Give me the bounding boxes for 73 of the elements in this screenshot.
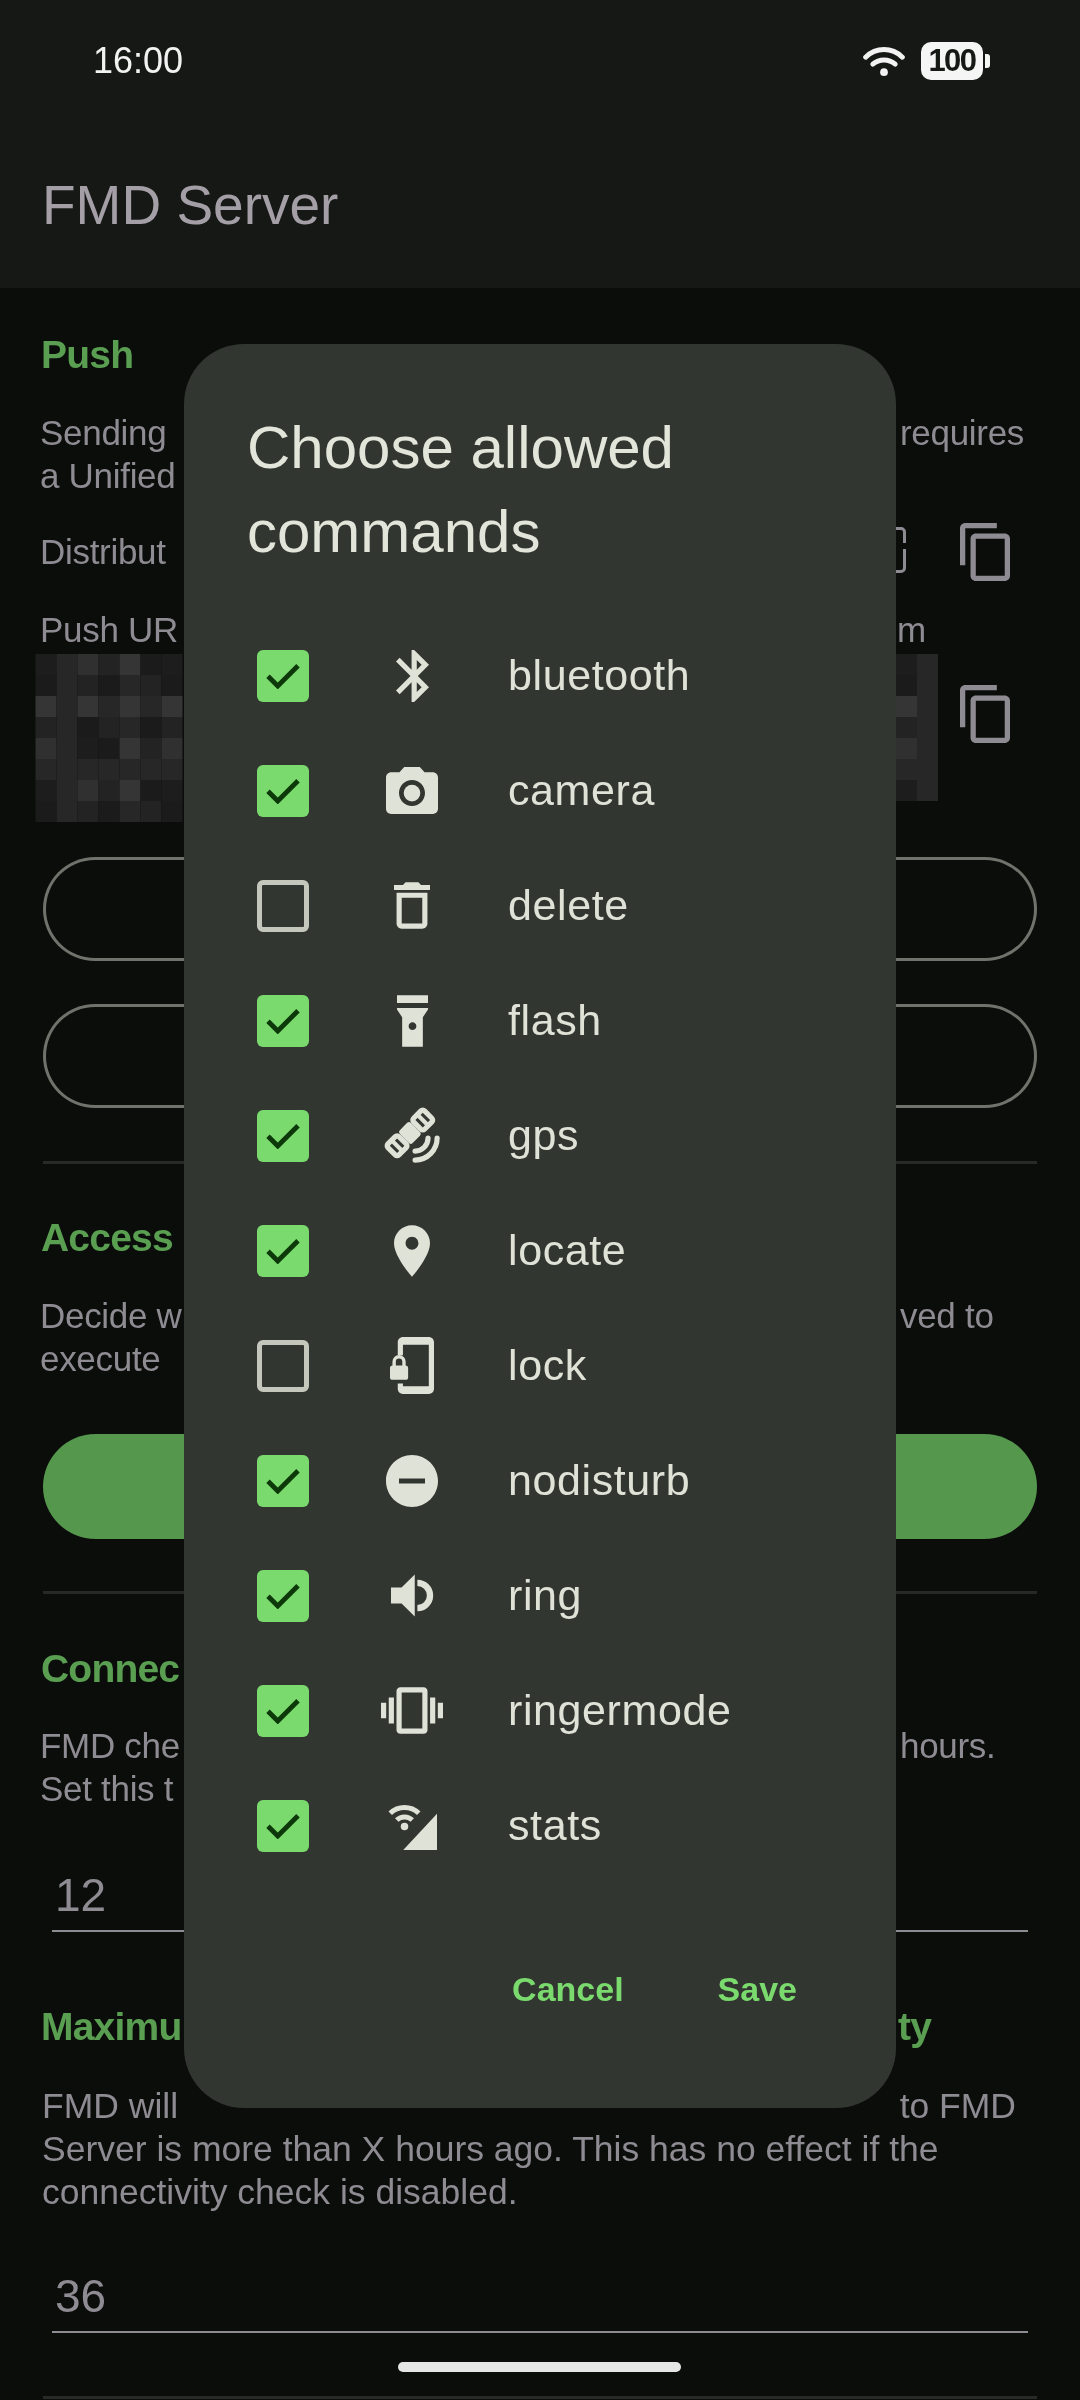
checkbox[interactable]: [257, 649, 309, 702]
check-icon: [265, 1697, 301, 1724]
url-text: m: [897, 610, 926, 649]
dialog-title: Choose allowed commands: [247, 413, 675, 567]
command-label: delete: [508, 880, 629, 932]
speaker-icon: [390, 1573, 434, 1618]
checkbox[interactable]: [257, 994, 309, 1047]
command-label: camera: [508, 765, 655, 817]
description-text: a Unified: [40, 456, 176, 495]
check-icon: [265, 1812, 301, 1839]
filled-button[interactable]: [896, 1434, 1037, 1539]
check-icon: [265, 1122, 301, 1149]
section-heading: Access: [41, 1216, 173, 1259]
description-text: requires: [900, 413, 1025, 452]
command-label: gps: [508, 1110, 580, 1162]
description-text: Sending: [40, 413, 167, 452]
camera-icon: [386, 767, 438, 814]
command-label: ringermode: [508, 1685, 732, 1737]
check-icon: [265, 777, 301, 804]
vibrating-phone-icon: [381, 1687, 443, 1734]
command-label: locate: [508, 1225, 627, 1277]
command-label: flash: [508, 995, 602, 1047]
input-field[interactable]: 36: [52, 2261, 1028, 2333]
app-title: FMD Server: [42, 172, 339, 238]
flashlight-icon: [396, 994, 428, 1047]
description-text: hours.: [900, 1726, 996, 1765]
description-text: Set this t: [40, 1769, 174, 1808]
check-icon: [265, 662, 301, 689]
section-heading: Maximu: [41, 2005, 182, 2048]
phone-lock-icon: [390, 1337, 434, 1394]
location-pin-icon: [394, 1224, 430, 1277]
bracket-icon: [896, 527, 906, 573]
check-icon: [265, 1467, 301, 1494]
copy-icon[interactable]: [960, 523, 1010, 581]
checkbox[interactable]: [257, 1799, 309, 1852]
description-text: to FMD: [899, 2085, 1016, 2128]
checkbox[interactable]: [257, 764, 309, 817]
checkbox[interactable]: [257, 1684, 309, 1737]
field-label: Distribut: [40, 531, 166, 571]
section-heading: ty: [898, 2005, 932, 2048]
checkbox[interactable]: [257, 1454, 309, 1507]
section-heading: Connec: [41, 1647, 180, 1690]
wifi-icon: [863, 45, 905, 77]
checkbox[interactable]: [257, 879, 309, 932]
section-heading: Push: [41, 333, 134, 376]
field-label: Push UR: [40, 610, 178, 649]
check-icon: [265, 1237, 301, 1264]
cancel-button[interactable]: Cancel: [488, 1949, 648, 2029]
command-label: nodisturb: [508, 1455, 691, 1507]
command-label: stats: [508, 1800, 602, 1852]
command-label: bluetooth: [508, 650, 691, 702]
command-label: lock: [508, 1340, 587, 1392]
description-text: FMD will: [42, 2085, 179, 2128]
command-label: ring: [508, 1570, 583, 1622]
description-text: execute: [40, 1339, 161, 1378]
copy-icon[interactable]: [960, 685, 1010, 743]
checkbox[interactable]: [257, 1109, 309, 1162]
description-text: Decide w: [40, 1296, 182, 1335]
filled-button[interactable]: [43, 1434, 184, 1539]
description-text: ved to: [900, 1296, 994, 1335]
description-text: Server is more than X hours ago. This has no effect if the connectivity check is disabled.: [41, 2128, 940, 2214]
check-icon: [265, 1582, 301, 1609]
bluetooth-icon: [395, 649, 429, 702]
trash-icon: [394, 882, 430, 929]
checkbox[interactable]: [257, 1569, 309, 1622]
satellite-icon: [383, 1107, 441, 1164]
battery-indicator: 100: [921, 42, 990, 80]
checkbox[interactable]: [257, 1224, 309, 1277]
save-button[interactable]: Save: [693, 1949, 821, 2029]
description-text: FMD che: [40, 1726, 180, 1765]
status-time: 16:00: [93, 39, 184, 83]
check-icon: [265, 1007, 301, 1034]
checkbox[interactable]: [257, 1339, 309, 1392]
